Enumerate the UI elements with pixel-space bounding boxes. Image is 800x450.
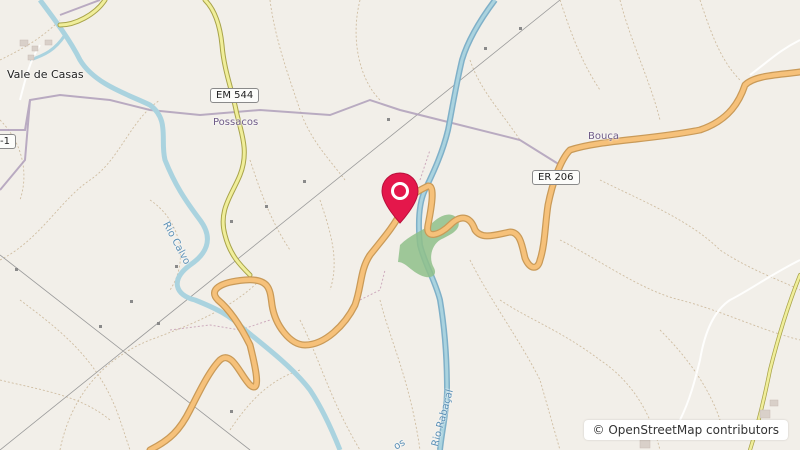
road-shield-er206: ER 206	[532, 170, 580, 185]
road-shield-em544: EM 544	[210, 88, 260, 103]
place-label-bouca: Bouça	[588, 131, 619, 142]
map-pin-icon	[381, 172, 419, 224]
attribution[interactable]: © OpenStreetMap contributors	[583, 420, 788, 440]
buildings	[19, 39, 779, 449]
river-rio-calvo	[37, 0, 343, 450]
map-viewport[interactable]: Vale de Casas Possacos Bouça Rio Calvo R…	[0, 0, 800, 450]
road-shield-partial: -1	[0, 134, 16, 149]
place-label-possacos: Possacos	[213, 117, 259, 128]
place-label-vale-de-casas: Vale de Casas	[7, 68, 84, 81]
road-em544	[57, 0, 253, 278]
location-marker[interactable]	[380, 171, 420, 227]
